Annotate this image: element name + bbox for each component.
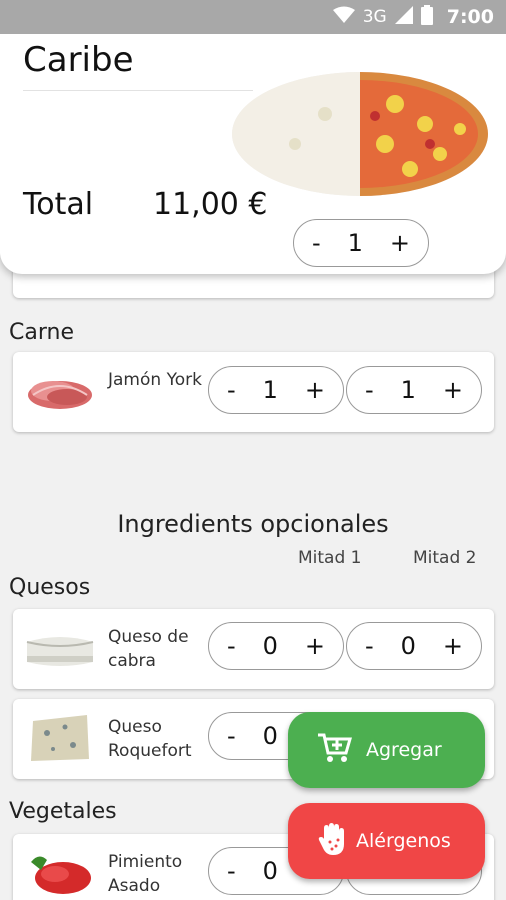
- signal-icon: [394, 5, 413, 29]
- allergens-button-label: Alérgenos: [356, 830, 451, 852]
- allergens-button[interactable]: Alérgenos: [288, 803, 485, 879]
- decrement-button[interactable]: -: [365, 376, 374, 404]
- add-to-cart-button[interactable]: Agregar: [288, 712, 485, 788]
- divider: [23, 90, 253, 91]
- decrement-button[interactable]: -: [227, 722, 236, 750]
- pizza-header: Caribe Total 11,00 € - 1 +: [0, 34, 506, 274]
- roquefort-image: [25, 711, 95, 761]
- decrement-button[interactable]: -: [227, 857, 236, 885]
- quantity-value: 0: [262, 857, 278, 885]
- half1-quantity-stepper[interactable]: - 0 +: [208, 622, 344, 670]
- ingredient-card-jamon: Jamón York - 1 + - 1 +: [13, 352, 494, 432]
- ingredient-name: Queso Roquefort: [108, 717, 192, 761]
- half1-label: Mitad 1: [298, 548, 362, 568]
- decrement-button[interactable]: -: [312, 229, 321, 257]
- pizza-quantity-stepper[interactable]: - 1 +: [293, 219, 429, 267]
- half2-quantity-stepper[interactable]: - 1 +: [346, 366, 482, 414]
- half1-quantity-stepper[interactable]: - 1 +: [208, 366, 344, 414]
- battery-icon: [420, 4, 433, 30]
- quantity-value: 0: [400, 632, 416, 660]
- ingredient-name: Pimiento Asado: [108, 852, 183, 896]
- increment-button[interactable]: +: [443, 376, 463, 404]
- section-vegetales: Vegetales: [9, 799, 117, 824]
- increment-button[interactable]: +: [305, 632, 325, 660]
- section-carne: Carne: [9, 320, 74, 345]
- quantity-value: 1: [400, 376, 416, 404]
- status-bar: 3G 7:00: [0, 0, 506, 34]
- network-type: 3G: [362, 7, 387, 27]
- decrement-button[interactable]: -: [227, 376, 236, 404]
- increment-button[interactable]: +: [390, 229, 410, 257]
- cart-plus-icon: [316, 731, 352, 770]
- half2-quantity-stepper[interactable]: - 0 +: [346, 622, 482, 670]
- clock: 7:00: [446, 6, 494, 28]
- quantity-value: 0: [262, 722, 278, 750]
- ham-image: [25, 369, 95, 415]
- total-price: 11,00 €: [153, 187, 268, 222]
- decrement-button[interactable]: -: [365, 632, 374, 660]
- ingredient-name: Queso de cabra: [108, 627, 189, 671]
- decrement-button[interactable]: -: [227, 632, 236, 660]
- quantity-value: 1: [262, 376, 278, 404]
- section-quesos: Quesos: [9, 575, 91, 600]
- add-button-label: Agregar: [366, 739, 442, 761]
- wifi-icon: [332, 6, 355, 29]
- total-label: Total: [23, 187, 94, 222]
- increment-button[interactable]: +: [443, 632, 463, 660]
- increment-button[interactable]: +: [305, 376, 325, 404]
- half2-label: Mitad 2: [413, 548, 477, 568]
- pizza-image: [225, 44, 495, 204]
- roasted-pepper-image: [25, 848, 95, 894]
- optional-ingredients-title: Ingredients opcionales: [117, 510, 389, 538]
- quantity-value: 1: [347, 229, 363, 257]
- page-title: Caribe: [23, 40, 134, 80]
- ingredient-name: Jamón York: [108, 370, 202, 390]
- ingredient-card-cabra: Queso de cabra - 0 + - 0 +: [13, 609, 494, 689]
- quantity-value: 0: [262, 632, 278, 660]
- goat-cheese-image: [25, 626, 95, 672]
- hand-allergen-icon: [318, 822, 348, 861]
